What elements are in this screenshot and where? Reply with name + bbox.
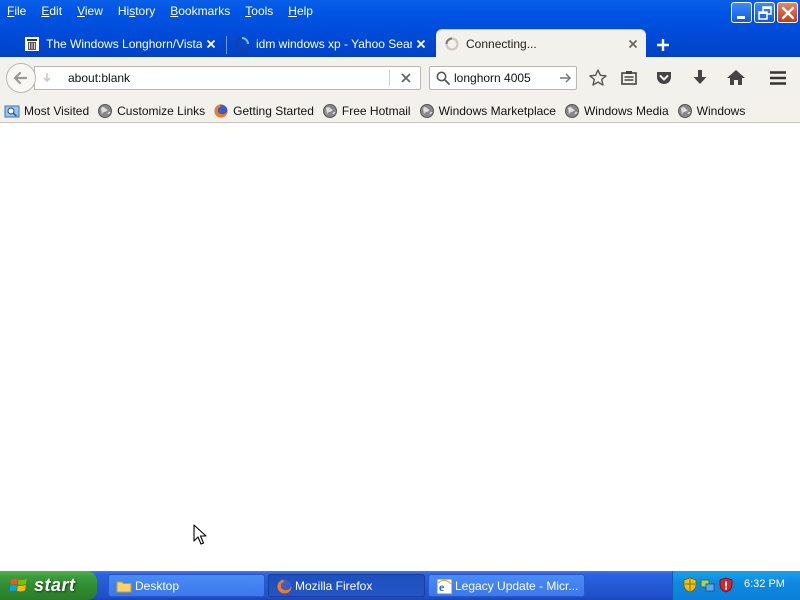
mouse-pointer-icon (193, 524, 207, 545)
back-button[interactable] (6, 63, 36, 93)
tab-longhorn-vista[interactable]: The Windows Longhorn/Vista ... (18, 30, 224, 58)
menu-bar: File Edit View History Bookmarks Tools H… (0, 0, 321, 22)
globe-icon (98, 103, 113, 118)
security-shield-icon[interactable] (682, 577, 698, 593)
search-bar[interactable]: longhorn 4005 (429, 66, 577, 90)
back-arrow-icon (13, 71, 28, 85)
menu-tools[interactable]: Tools (238, 0, 281, 22)
taskbar-item-firefox[interactable]: Mozilla Firefox (268, 574, 425, 597)
globe-icon (419, 103, 434, 118)
start-button[interactable]: start (0, 571, 97, 600)
bookmark-customize-links[interactable]: Customize Links (93, 99, 205, 123)
bookmark-label: Windows Media (583, 103, 669, 118)
bookmark-label: Most Visited (24, 103, 90, 118)
globe-icon (564, 103, 579, 118)
stop-loading-icon[interactable] (399, 71, 413, 85)
new-tab-plus-icon[interactable] (654, 36, 672, 54)
bookmark-windows-media[interactable]: Windows Media (560, 99, 669, 123)
bookmark-most-visited[interactable]: Most Visited (0, 99, 89, 123)
restore-icon (758, 6, 772, 20)
close-icon (781, 6, 795, 20)
tab-title: Connecting... (466, 37, 537, 51)
bookmark-label: Windows (696, 103, 746, 118)
windows-security-alert-icon[interactable] (718, 577, 734, 593)
tab-close-icon[interactable] (414, 37, 428, 51)
menu-bookmarks[interactable]: Bookmarks (163, 0, 238, 22)
loading-spinner-icon (235, 37, 249, 51)
hamburger-menu-icon[interactable] (768, 68, 788, 88)
page-info-icon[interactable] (39, 70, 55, 86)
url-text[interactable]: about:blank (68, 71, 130, 85)
ie-icon: e (436, 578, 453, 595)
tab-close-icon[interactable] (204, 37, 218, 51)
home-icon[interactable] (726, 68, 746, 88)
trash-page-icon (25, 37, 39, 51)
downloads-arrow-icon[interactable] (690, 68, 710, 88)
tab-close-icon[interactable] (626, 37, 640, 51)
tab-strip: The Windows Longhorn/Vista ... idm windo… (0, 30, 800, 58)
page-content-area[interactable] (0, 123, 800, 571)
url-divider (389, 70, 390, 86)
menu-file[interactable]: File (0, 0, 34, 22)
tab-separator (226, 36, 227, 54)
bookmark-getting-started[interactable]: Getting Started (209, 99, 314, 123)
tab-title: The Windows Longhorn/Vista ... (46, 37, 202, 51)
taskbar-item-label: Mozilla Firefox (295, 578, 373, 593)
search-input[interactable]: longhorn 4005 (454, 71, 531, 85)
menu-help[interactable]: Help (281, 0, 321, 22)
search-icon[interactable] (435, 70, 451, 86)
firefox-icon (214, 104, 228, 117)
tab-connecting[interactable]: Connecting... (436, 30, 646, 58)
start-label: start (34, 575, 76, 595)
bookmark-label: Windows Marketplace (438, 103, 556, 118)
navigation-toolbar: about:blank longhorn 4005 (0, 57, 800, 99)
close-window-button[interactable] (777, 2, 798, 23)
search-go-arrow-icon[interactable] (558, 71, 572, 85)
system-tray: 6:32 PM (672, 571, 800, 600)
window-titlebar: File Edit View History Bookmarks Tools H… (0, 0, 800, 58)
taskbar: start Desktop Mozilla Firefox e Legacy U… (0, 571, 800, 600)
bookmarks-toolbar: Most Visited Customize Links Getting Sta… (0, 99, 800, 123)
windows-logo-icon (9, 578, 27, 592)
bookmark-star-icon[interactable] (588, 68, 608, 88)
minimize-icon (737, 16, 745, 19)
menu-view[interactable]: View (70, 0, 111, 22)
folder-icon (116, 581, 132, 593)
taskbar-item-desktop[interactable]: Desktop (108, 574, 265, 597)
bookmark-windows[interactable]: Windows (673, 99, 746, 123)
restore-button[interactable] (754, 2, 775, 23)
menu-edit[interactable]: Edit (34, 0, 70, 22)
bookmark-label: Free Hotmail (341, 103, 411, 118)
bookmark-label: Customize Links (117, 103, 206, 118)
bookmark-label: Getting Started (233, 103, 314, 118)
globe-icon (322, 103, 337, 118)
minimize-button[interactable] (731, 2, 752, 23)
tab-yahoo-search[interactable]: idm windows xp - Yahoo Sear... (228, 30, 434, 58)
window-controls (731, 2, 798, 23)
bookmark-free-hotmail[interactable]: Free Hotmail (318, 99, 411, 123)
folder-search-icon (4, 105, 20, 117)
tab-title: idm windows xp - Yahoo Sear... (256, 37, 412, 51)
connecting-throbber-icon (445, 37, 459, 51)
globe-icon (677, 103, 692, 118)
bookmark-windows-marketplace[interactable]: Windows Marketplace (415, 99, 556, 123)
firefox-icon (277, 579, 292, 594)
pocket-icon[interactable] (654, 68, 674, 88)
reading-list-icon[interactable] (619, 68, 639, 88)
taskbar-item-label: Legacy Update - Micr... (455, 578, 579, 593)
menu-history[interactable]: History (111, 0, 163, 22)
clock[interactable]: 6:32 PM (744, 578, 785, 590)
taskbar-item-label: Desktop (135, 578, 180, 593)
network-icon[interactable] (700, 577, 716, 593)
taskbar-item-legacy-update[interactable]: e Legacy Update - Micr... (428, 574, 585, 597)
url-bar[interactable]: about:blank (34, 66, 421, 90)
